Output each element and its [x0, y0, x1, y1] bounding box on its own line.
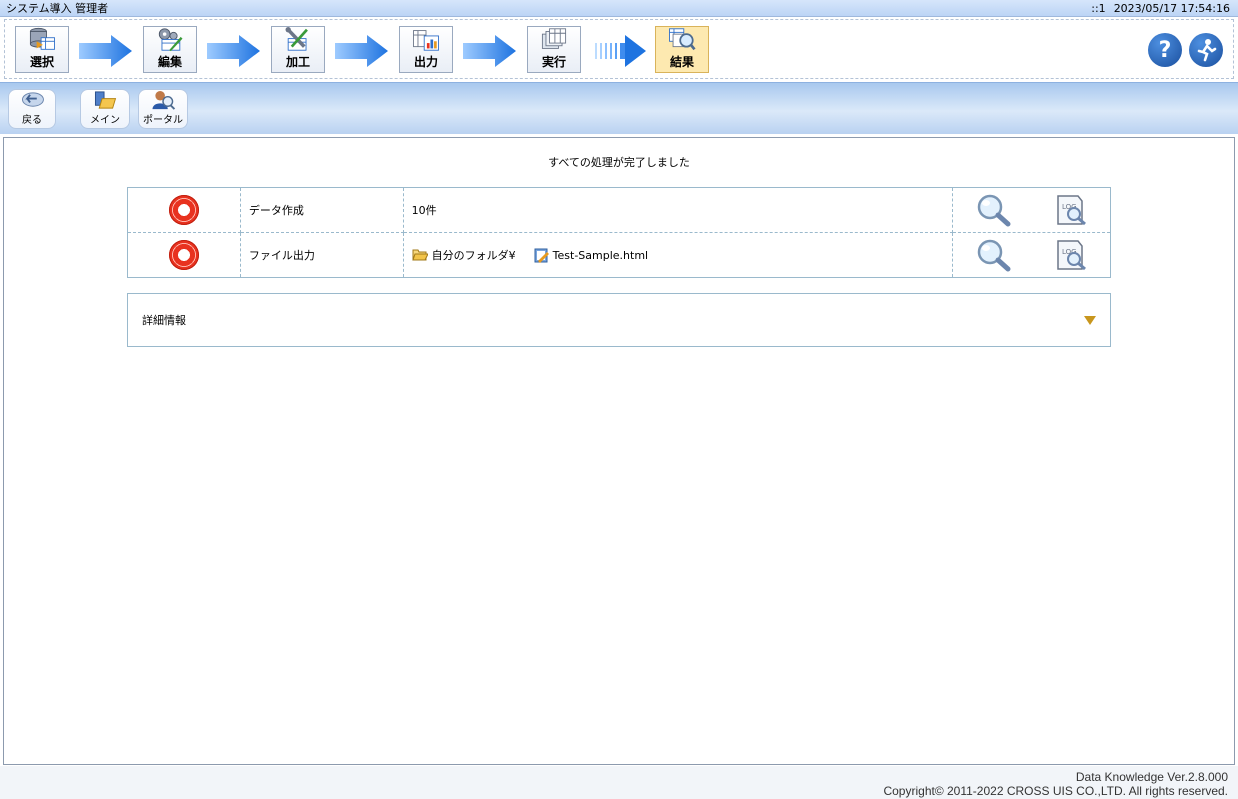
step-label: 選択 [29, 55, 54, 69]
session-id: ::1 [1091, 1, 1106, 15]
process-detail: 10件 [403, 187, 954, 233]
portal-label: ポータル [143, 115, 183, 126]
datetime: 2023/05/17 17:54:16 [1113, 1, 1230, 15]
step-edit-button[interactable]: 編集 [143, 26, 197, 73]
process-name: データ作成 [240, 187, 404, 233]
result-magnifier-icon [669, 28, 696, 51]
user-search-icon [152, 90, 176, 110]
logout-icon[interactable] [1189, 33, 1223, 67]
output-file-link[interactable]: Test-Sample.html [553, 249, 648, 262]
step-execute-button[interactable]: 実行 [527, 26, 581, 73]
step-result-button[interactable]: 結果 [655, 26, 709, 73]
output-chart-icon [413, 30, 439, 51]
detail-info-label: 詳細情報 [142, 314, 186, 327]
portal-button[interactable]: ポータル [138, 89, 188, 129]
success-circle-icon [168, 195, 199, 225]
step-select-button[interactable]: 選択 [15, 26, 69, 73]
step-label: 編集 [157, 55, 182, 69]
folder-link[interactable]: 自分のフォルダ¥ [432, 247, 516, 263]
help-icon[interactable]: ? [1148, 33, 1182, 67]
folder-open-icon[interactable] [411, 248, 428, 262]
flow-arrow-striped-icon [595, 35, 646, 67]
main-panel: すべての処理が完了しました データ作成 10件 LOG ファイル出力 自分のフォ… [3, 137, 1235, 765]
back-label: 戻る [22, 115, 42, 126]
step-process-button[interactable]: 加工 [271, 26, 325, 73]
version-text: Data Knowledge Ver.2.8.000 [1075, 770, 1228, 784]
title-bar: システム導入 管理者 ::1 2023/05/17 17:54:16 [0, 0, 1238, 17]
status-cell [127, 187, 241, 233]
flow-arrow-icon [463, 35, 516, 67]
runner-icon [1197, 39, 1217, 62]
tools-icon [285, 27, 308, 51]
result-table: データ作成 10件 LOG ファイル出力 自分のフォルダ¥ Test-Sampl… [127, 187, 1111, 278]
sub-toolbar: 戻る メイン ポータル [0, 82, 1238, 134]
table-row: データ作成 10件 LOG [127, 187, 1111, 233]
completion-message: すべての処理が完了しました [548, 156, 690, 169]
step-label: 実行 [541, 55, 566, 69]
flow-arrow-icon [335, 35, 388, 67]
gear-edit-icon [158, 28, 183, 52]
copyright-text: Copyright© 2011‐2022 CROSS UIS CO.,LTD. … [883, 784, 1228, 798]
magnifier-icon[interactable] [975, 238, 1011, 272]
action-cell: LOG [953, 233, 1111, 278]
table-row: ファイル出力 自分のフォルダ¥ Test-Sample.html LOG [127, 232, 1111, 278]
process-detail: 自分のフォルダ¥ Test-Sample.html [403, 232, 954, 278]
flow-arrow-icon [207, 35, 260, 67]
step-output-button[interactable]: 出力 [399, 26, 453, 73]
magnifier-icon[interactable] [975, 193, 1011, 227]
log-view-icon[interactable]: LOG [1054, 238, 1088, 272]
action-cell: LOG [952, 187, 1111, 233]
html-file-icon [534, 248, 549, 263]
step-label: 結果 [669, 55, 694, 69]
step-label: 出力 [413, 55, 438, 69]
step-label: 加工 [285, 55, 310, 69]
success-circle-icon [168, 240, 199, 270]
back-arrow-icon [21, 92, 44, 107]
triangle-down-icon [1084, 315, 1096, 325]
database-select-icon [29, 27, 55, 50]
main-label: メイン [90, 115, 120, 126]
process-name: ファイル出力 [240, 232, 404, 278]
user-title: システム導入 管理者 [6, 2, 109, 15]
detail-info-toggle[interactable]: 詳細情報 [127, 293, 1111, 347]
back-button[interactable]: 戻る [8, 89, 56, 129]
execute-table-icon [541, 28, 567, 49]
log-view-icon[interactable]: LOG [1054, 193, 1088, 227]
flow-arrow-icon [79, 35, 132, 67]
status-cell [127, 232, 241, 278]
folder-book-icon [94, 91, 117, 109]
main-button[interactable]: メイン [80, 89, 130, 129]
workflow-toolbar: 選択 編集 加工 出力 実行 結果 ? [4, 19, 1234, 79]
footer: Data Knowledge Ver.2.8.000 Copyright© 20… [0, 766, 1238, 799]
